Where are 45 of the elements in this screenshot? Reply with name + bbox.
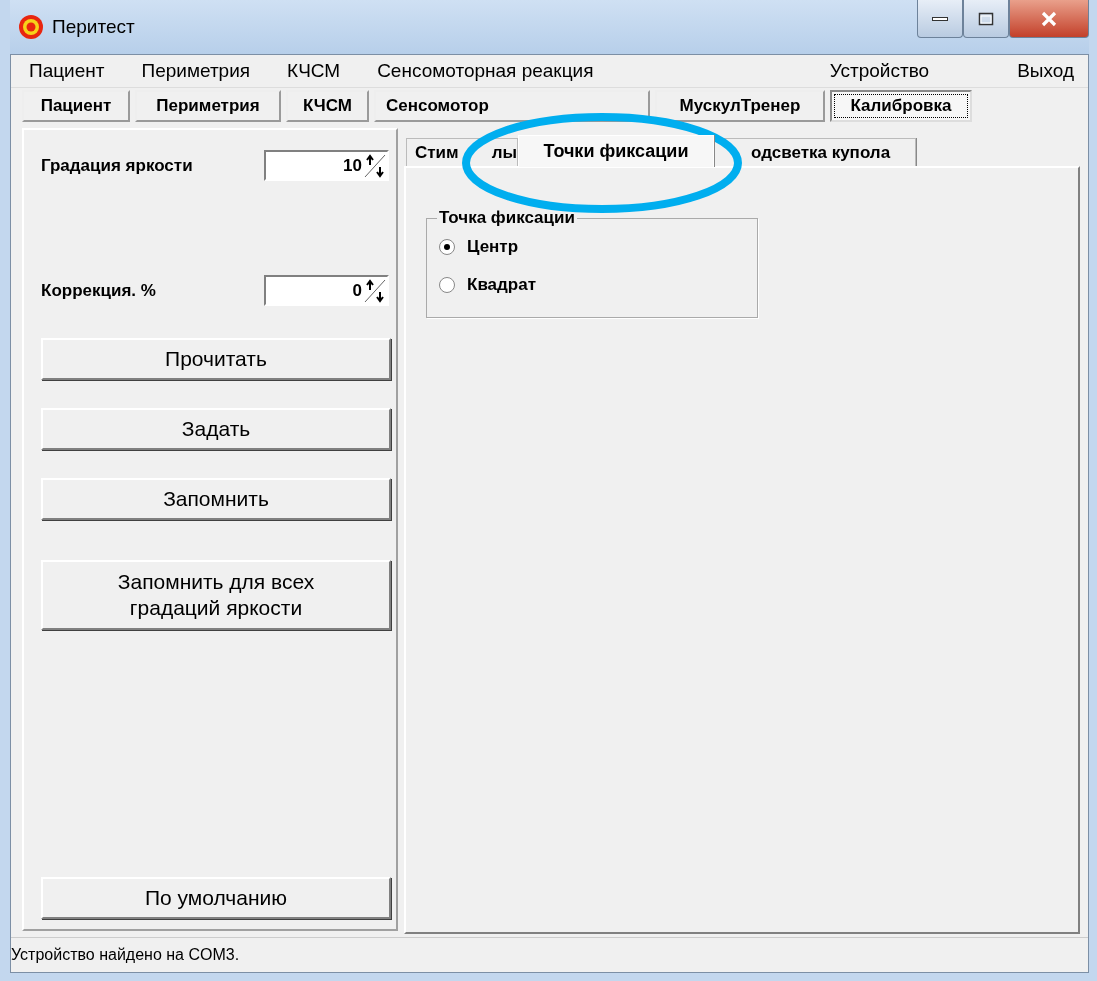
menu-item[interactable]: Устройство (829, 60, 930, 82)
close-icon (1040, 10, 1058, 27)
app-logo-icon (18, 14, 44, 40)
action-button[interactable]: Запомнить (41, 478, 391, 520)
toolbar-button[interactable]: Сенсомотор (374, 90, 650, 122)
minimize-icon (932, 16, 948, 21)
maximize-icon (978, 11, 994, 26)
toolbar-button[interactable]: Пациент (22, 90, 130, 122)
menu-item[interactable]: Сенсомоторная реакция (377, 60, 594, 82)
radio-label: Центр (467, 237, 519, 257)
field-label: Градация яркости (41, 155, 193, 176)
menu-item[interactable]: Пациент (29, 60, 105, 82)
action-button[interactable]: Задать (41, 408, 391, 450)
action-button[interactable]: Прочитать (41, 338, 391, 380)
tab-label: одсветка купола (750, 142, 891, 163)
action-button[interactable]: Запомнить для всех градаций яркости (41, 560, 391, 630)
radio-label: Квадрат (467, 275, 536, 295)
spin-field[interactable]: 0 (264, 275, 389, 306)
radio-button[interactable] (439, 239, 455, 255)
field-value: 0 (352, 280, 363, 301)
status-text: Устройство найдено на COM3. (11, 946, 240, 964)
toolbar-button[interactable]: Калибровка (830, 90, 972, 122)
up-down-arrows-icon (364, 278, 386, 303)
tab-label: Точки фиксации (543, 141, 689, 162)
menu-item[interactable]: КЧСМ (287, 60, 341, 82)
tab[interactable]: Точки фиксации (518, 135, 714, 167)
field-value: 10 (343, 155, 363, 176)
tab-label: лы (491, 142, 517, 163)
spin-field[interactable]: 10 (264, 150, 389, 181)
window-title: Перитест (52, 16, 135, 38)
maximize-button[interactable] (963, 0, 1009, 38)
tab[interactable]: Стим лы (406, 138, 518, 166)
minimize-button[interactable] (917, 0, 963, 38)
toolbar-button[interactable]: Периметрия (135, 90, 281, 122)
radio-button[interactable] (439, 277, 455, 293)
tab[interactable]: одсветка купола (714, 138, 916, 166)
group-title: Точка фиксации (437, 208, 577, 228)
field-label: Коррекция. % (41, 280, 156, 301)
tab-label: Стим (415, 142, 459, 163)
close-button[interactable] (1009, 0, 1089, 38)
action-button[interactable]: По умолчанию (41, 877, 391, 919)
menu-item[interactable]: Периметрия (141, 60, 251, 82)
menu-item[interactable]: Выход (1017, 60, 1074, 82)
toolbar-button[interactable]: КЧСМ (286, 90, 369, 122)
up-down-arrows-icon (364, 153, 386, 178)
